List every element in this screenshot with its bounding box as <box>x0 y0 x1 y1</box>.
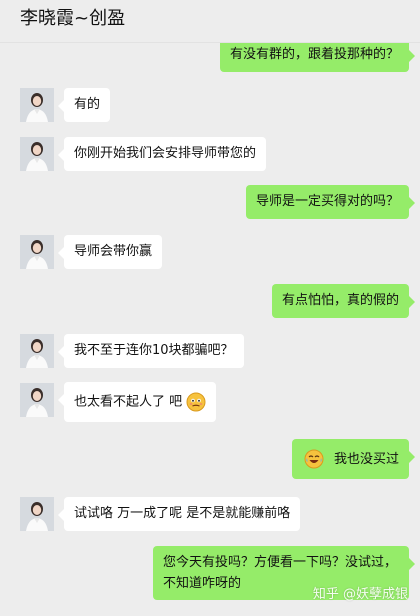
awkward-face-emoji-icon <box>186 392 206 412</box>
message-text: 你刚开始我们会安排导师带您的 <box>74 146 257 161</box>
message-bubble-incoming[interactable]: 导师会带你赢 <box>57 235 163 269</box>
message-text: 有点怕怕，真的假的 <box>281 293 399 308</box>
chat-view: 有没有群的，跟着投那种的？ 有的 你刚开始我们会安排导师带您的 导师是一定买得对… <box>0 0 420 616</box>
contact-avatar[interactable] <box>20 235 54 269</box>
message-text: 试试咯 万一成了呢 是不是就能赚前咯 <box>74 506 291 521</box>
chat-header: 李晓霞~创盈 <box>0 0 420 43</box>
avatar-photo-icon <box>20 497 54 531</box>
message-text: 导师会带你赢 <box>74 244 153 259</box>
message-bubble-incoming[interactable]: 试试咯 万一成了呢 是不是就能赚前咯 <box>57 497 301 531</box>
avatar-photo-icon <box>20 235 54 269</box>
contact-avatar[interactable] <box>20 137 54 171</box>
message-bubble-outgoing[interactable]: 有没有群的，跟着投那种的？ <box>219 38 416 72</box>
laughing-crying-emoji-icon <box>304 449 324 469</box>
message-bubble-outgoing[interactable]: 有点怕怕，真的假的 <box>271 284 416 318</box>
contact-avatar[interactable] <box>20 497 54 531</box>
avatar-photo-icon <box>20 383 54 417</box>
message-text: 有的 <box>74 97 101 112</box>
contact-avatar[interactable] <box>20 88 54 122</box>
message-bubble-incoming[interactable]: 我不至于连你10块都骗吧？ <box>58 334 244 368</box>
avatar-photo-icon <box>20 137 54 171</box>
message-text: 导师是一定买得对的吗？ <box>255 194 399 209</box>
message-text: 我也没买过 <box>333 451 399 467</box>
avatar-photo-icon <box>20 88 54 122</box>
message-bubble-incoming[interactable]: 也太看不起人了 吧 <box>57 382 217 422</box>
message-text: 我不至于连你10块都骗吧？ <box>74 343 234 358</box>
contact-avatar[interactable] <box>20 334 54 368</box>
message-bubble-incoming[interactable]: 你刚开始我们会安排导师带您的 <box>57 137 267 171</box>
message-bubble-outgoing[interactable]: 导师是一定买得对的吗？ <box>245 185 416 219</box>
message-text: 也太看不起人了 吧 <box>74 394 183 410</box>
message-text: 有没有群的，跟着投那种的？ <box>229 47 399 62</box>
chat-title: 李晓霞~创盈 <box>20 8 126 29</box>
avatar-photo-icon <box>20 334 54 368</box>
message-bubble-incoming[interactable]: 有的 <box>57 88 111 122</box>
message-bubble-outgoing[interactable]: 我也没买过 <box>291 439 416 479</box>
contact-avatar[interactable] <box>20 383 54 417</box>
watermark: 知乎 @妖孽成银 <box>312 587 408 602</box>
